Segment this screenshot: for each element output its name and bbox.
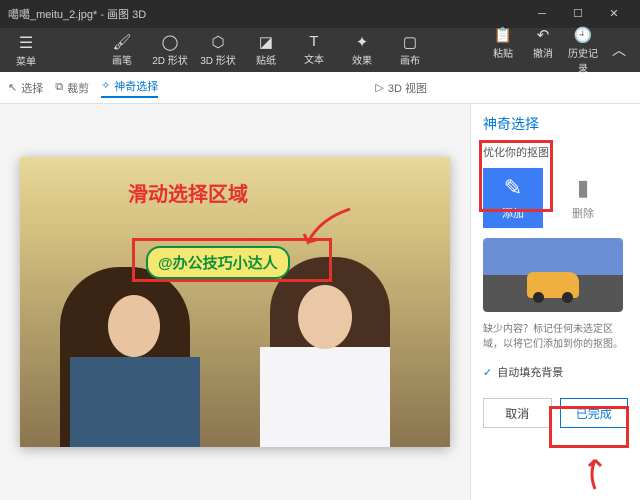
annotation-label: 滑动选择区域 — [128, 178, 248, 207]
window-title: 噶噶_meitu_2.jpg* - 画图 3D — [8, 6, 524, 22]
sticker-icon: ◪ — [244, 33, 288, 51]
right-panel: 神奇选择 优化你的抠图 ✎ 添加 ▮ 删除 缺少内容？标记任何未选定区域，以将它… — [470, 104, 640, 500]
photo-content — [260, 347, 390, 447]
watermark-text: @办公技巧小达人 — [146, 246, 290, 279]
shape2d-tool[interactable]: ◯2D 形状 — [148, 33, 192, 67]
menu-button[interactable]: ☰ 菜单 — [4, 33, 48, 68]
circle-icon: ◯ — [148, 33, 192, 51]
expand-toggle[interactable]: ︿ — [602, 40, 636, 60]
paste-button[interactable]: 📋粘贴 — [484, 26, 522, 75]
hint-text: 缺少内容？标记任何未选定区域，以将它们添加到你的抠图。 — [483, 322, 628, 352]
close-button[interactable]: ✕ — [596, 0, 632, 28]
history-icon: 🕘 — [564, 26, 602, 44]
crop-icon: ⧉ — [55, 81, 63, 94]
text-tool[interactable]: T文本 — [292, 33, 336, 67]
chevron-up-icon: ︿ — [612, 42, 626, 58]
top-toolbar: ☰ 菜单 🖌画笔 ◯2D 形状 ⬡3D 形状 ◪贴纸 T文本 ✦效果 ▢画布 📋… — [0, 28, 640, 72]
arrow-annotation-1 — [300, 204, 360, 254]
checkmark-icon: ✓ — [483, 366, 492, 379]
canvas-area[interactable]: 滑动选择区域 @办公技巧小达人 — [0, 104, 470, 500]
brush-icon: 🖌 — [100, 33, 144, 51]
cancel-button[interactable]: 取消 — [483, 398, 552, 428]
cursor-icon: ↖ — [8, 81, 17, 94]
canvas-icon: ▢ — [388, 33, 432, 51]
autofill-checkbox[interactable]: ✓ 自动填充背景 — [483, 364, 628, 380]
main-area: 滑动选择区域 @办公技巧小达人 神奇选择 优化你的抠图 ✎ 添加 ▮ 删除 — [0, 104, 640, 500]
car-graphic — [527, 272, 579, 298]
highlight-box-done — [549, 406, 629, 448]
title-bar: 噶噶_meitu_2.jpg* - 画图 3D ─ ☐ ✕ — [0, 0, 640, 28]
canvas-tool[interactable]: ▢画布 — [388, 33, 432, 67]
photo-content — [108, 295, 160, 357]
wand-icon: ✧ — [101, 79, 110, 92]
panel-title: 神奇选择 — [483, 114, 628, 134]
sub-toolbar: ↖选择 ⧉裁剪 ✧神奇选择 ▷3D 视图 — [0, 72, 640, 104]
undo-icon: ↶ — [524, 26, 562, 44]
sparkle-icon: ✦ — [340, 33, 384, 51]
photo-content — [298, 285, 352, 349]
highlight-box-add — [479, 140, 553, 212]
text-icon: T — [292, 33, 336, 50]
arrow-annotation-2 — [577, 454, 617, 494]
hamburger-icon: ☰ — [4, 33, 48, 53]
brush-tool[interactable]: 🖌画笔 — [100, 33, 144, 67]
select-mode[interactable]: ↖选择 — [8, 80, 43, 96]
maximize-button[interactable]: ☐ — [560, 0, 596, 28]
history-button[interactable]: 🕘历史记录 — [564, 26, 602, 75]
cube-icon: ⬡ — [196, 33, 240, 51]
undo-button[interactable]: ↶撤消 — [524, 26, 562, 75]
clipboard-icon: 📋 — [484, 26, 522, 44]
effect-tool[interactable]: ✦效果 — [340, 33, 384, 67]
shape3d-tool[interactable]: ⬡3D 形状 — [196, 33, 240, 67]
eraser-icon: ▮ — [577, 175, 589, 201]
play-icon: ▷ — [375, 81, 383, 94]
magic-select-mode[interactable]: ✧神奇选择 — [101, 78, 158, 98]
sticker-tool[interactable]: ◪贴纸 — [244, 33, 288, 67]
crop-mode[interactable]: ⧉裁剪 — [55, 80, 89, 96]
preview-thumbnail — [483, 238, 623, 312]
minimize-button[interactable]: ─ — [524, 0, 560, 28]
remove-mode-card[interactable]: ▮ 删除 — [553, 168, 613, 228]
photo-content — [70, 357, 200, 447]
view3d-mode[interactable]: ▷3D 视图 — [375, 80, 427, 96]
